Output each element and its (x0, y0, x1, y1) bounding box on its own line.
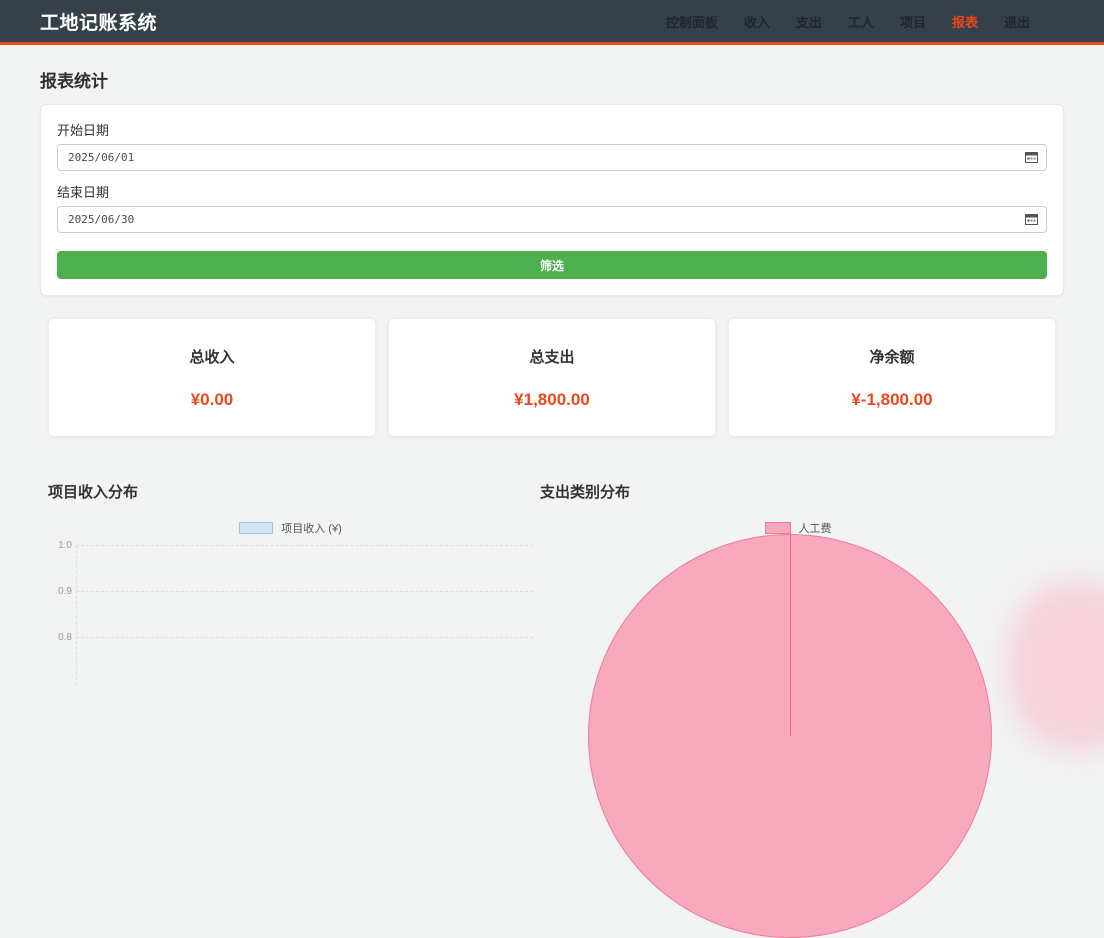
pie-render-artifact (1008, 581, 1104, 751)
navbar: 工地记账系统 控制面板 收入 支出 工人 项目 报表 退出 (0, 0, 1104, 45)
date-filter-card: 开始日期 结束日期 筛选 (40, 104, 1064, 296)
pie-legend-swatch-icon (765, 522, 791, 534)
gridline: 0.9 (76, 591, 533, 592)
stat-value: ¥-1,800.00 (729, 390, 1055, 410)
stat-label: 总支出 (389, 346, 715, 367)
end-date-label: 结束日期 (57, 182, 1047, 201)
expense-pie-chart: 支出类别分布 人工费 (540, 481, 1056, 685)
charts-row: 项目收入分布 项目收入 (¥) 1.0 0.9 0.8 支出类别分布 人工费 (48, 481, 1056, 685)
app-brand: 工地记账系统 (40, 8, 157, 35)
income-chart-plot-area: 1.0 0.9 0.8 (76, 545, 533, 685)
stat-label: 净余额 (729, 346, 1055, 367)
nav-item-dashboard[interactable]: 控制面板 (666, 12, 718, 31)
nav-item-logout[interactable]: 退出 (1004, 12, 1030, 31)
bar-legend-swatch-icon (239, 522, 273, 534)
calendar-icon[interactable] (1025, 151, 1038, 163)
income-chart-legend[interactable]: 项目收入 (¥) (48, 520, 533, 536)
start-date-input[interactable] (57, 144, 1047, 171)
pie-slice-labor-cost[interactable] (588, 534, 992, 938)
income-legend-label: 项目收入 (¥) (281, 520, 342, 536)
nav-item-workers[interactable]: 工人 (848, 12, 874, 31)
start-date-label: 开始日期 (57, 120, 1047, 139)
nav-item-projects[interactable]: 项目 (900, 12, 926, 31)
stat-card-total-expense: 总支出 ¥1,800.00 (388, 318, 716, 437)
income-chart-title: 项目收入分布 (48, 481, 533, 502)
y-axis-line (76, 545, 77, 685)
income-bar-chart: 项目收入分布 项目收入 (¥) 1.0 0.9 0.8 (48, 481, 533, 685)
nav-item-expense[interactable]: 支出 (796, 12, 822, 31)
stat-card-net-balance: 净余额 ¥-1,800.00 (728, 318, 1056, 437)
nav-links: 控制面板 收入 支出 工人 项目 报表 退出 (666, 12, 1030, 31)
gridline: 1.0 (76, 545, 533, 546)
stat-value: ¥1,800.00 (389, 390, 715, 410)
stat-card-total-income: 总收入 ¥0.00 (48, 318, 376, 437)
stats-row: 总收入 ¥0.00 总支出 ¥1,800.00 净余额 ¥-1,800.00 (48, 318, 1056, 437)
nav-item-income[interactable]: 收入 (744, 12, 770, 31)
expense-chart-title: 支出类别分布 (540, 481, 1056, 502)
y-tick: 1.0 (48, 540, 72, 551)
y-tick: 0.9 (48, 586, 72, 597)
y-tick: 0.8 (48, 632, 72, 643)
calendar-icon[interactable] (1025, 213, 1038, 225)
end-date-input[interactable] (57, 206, 1047, 233)
end-date-wrap (57, 206, 1047, 233)
stat-value: ¥0.00 (49, 390, 375, 410)
stat-label: 总收入 (49, 346, 375, 367)
gridline: 0.8 (76, 637, 533, 638)
filter-submit-button[interactable]: 筛选 (57, 251, 1047, 279)
start-date-wrap (57, 144, 1047, 171)
page-title: 报表统计 (40, 67, 1064, 92)
nav-item-reports[interactable]: 报表 (952, 12, 978, 31)
